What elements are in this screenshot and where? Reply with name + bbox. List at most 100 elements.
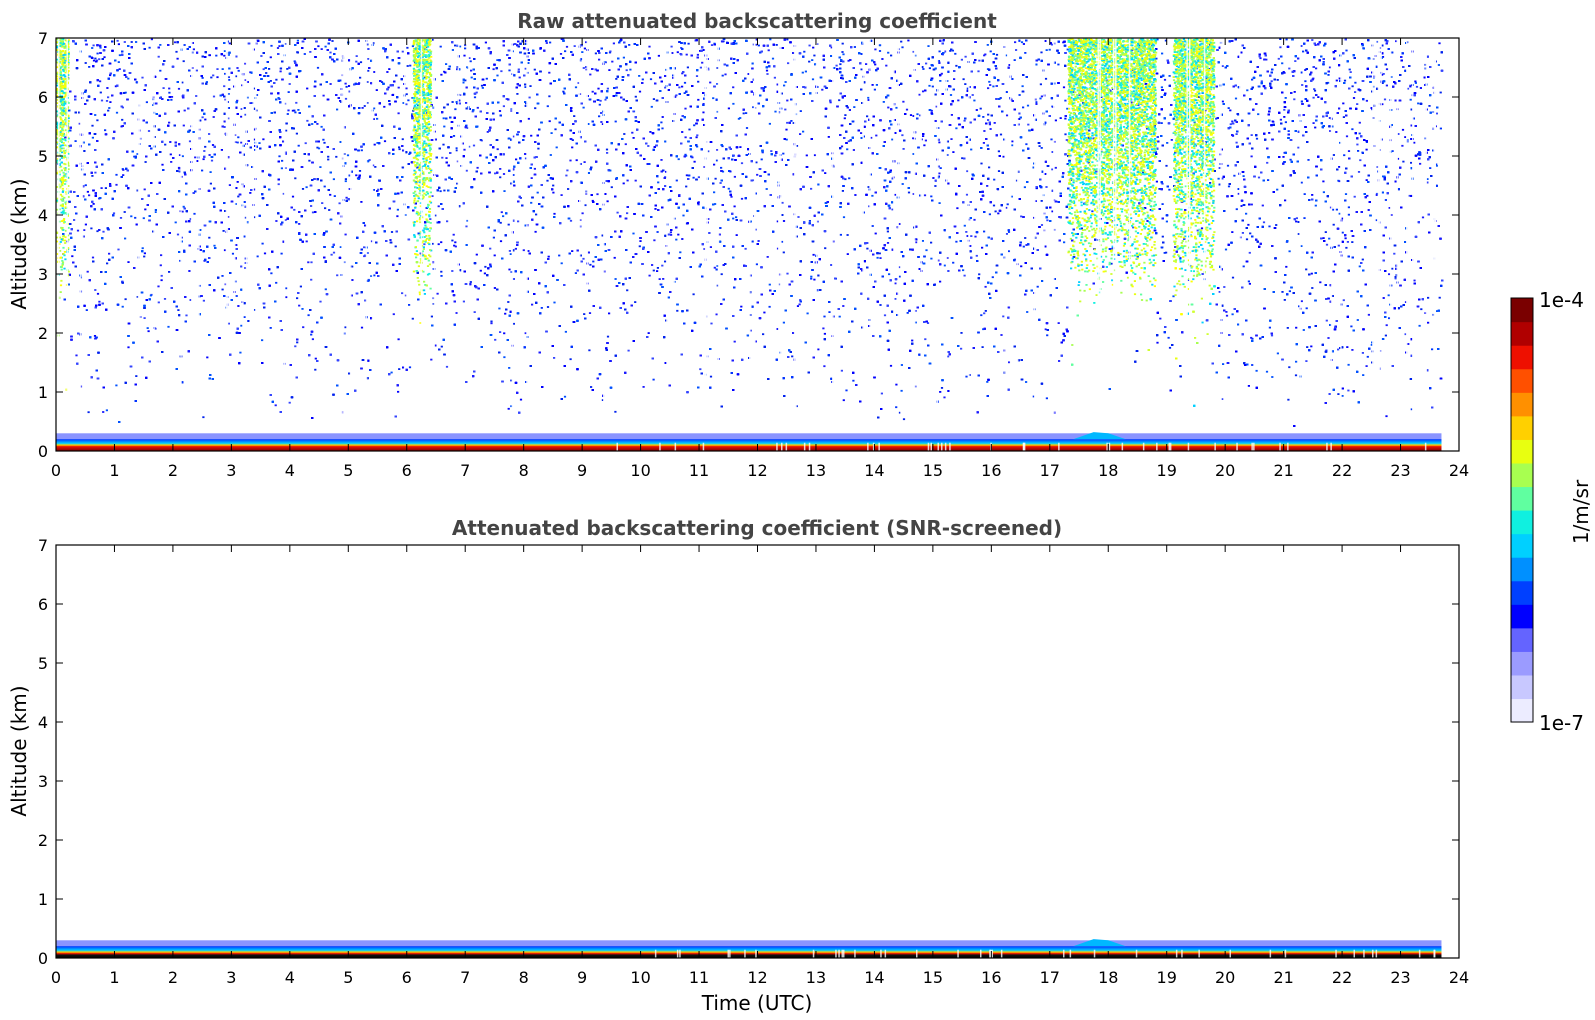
raw-noise-pixel	[237, 136, 239, 138]
raw-noise-pixel	[1172, 295, 1174, 297]
raw-noise-pixel	[451, 270, 453, 272]
raw-noise-pixel	[924, 338, 926, 340]
raw-noise-pixel	[1284, 299, 1286, 301]
raw-noise-pixel	[1040, 83, 1042, 85]
raw-noise-pixel	[1236, 208, 1238, 210]
raw-noise-pixel	[183, 206, 185, 208]
raw-noise-pixel	[822, 328, 824, 330]
raw-noise-pixel	[901, 390, 903, 392]
raw-noise-pixel	[213, 116, 215, 118]
raw-noise-pixel	[1314, 127, 1316, 129]
raw-noise-pixel	[473, 145, 475, 147]
raw-noise-pixel	[317, 45, 319, 47]
raw-noise-pixel	[1071, 344, 1073, 346]
raw-noise-pixel	[1268, 132, 1270, 134]
raw-noise-pixel	[1156, 181, 1158, 183]
raw-noise-pixel	[1386, 85, 1388, 87]
raw-noise-pixel	[607, 88, 609, 90]
raw-noise-pixel	[697, 99, 699, 101]
raw-noise-pixel	[657, 182, 659, 184]
raw-noise-pixel	[308, 160, 310, 162]
raw-noise-pixel	[840, 234, 842, 236]
raw-noise-pixel	[405, 103, 407, 105]
raw-noise-pixel	[1362, 259, 1364, 261]
raw-noise-pixel	[278, 155, 280, 157]
raw-noise-pixel	[1035, 101, 1037, 103]
raw-noise-pixel	[865, 63, 867, 65]
raw-noise-pixel	[932, 86, 934, 88]
raw-noise-pixel	[345, 83, 347, 85]
raw-noise-pixel	[1067, 49, 1069, 51]
raw-noise-pixel	[484, 266, 486, 268]
raw-noise-pixel	[115, 184, 117, 186]
raw-noise-pixel	[980, 314, 982, 316]
raw-noise-pixel	[474, 311, 476, 313]
raw-noise-pixel	[823, 365, 825, 367]
raw-noise-pixel	[438, 243, 440, 245]
raw-noise-pixel	[702, 112, 704, 114]
raw-noise-pixel	[728, 188, 730, 190]
raw-noise-pixel	[292, 110, 294, 112]
raw-noise-pixel	[1259, 56, 1261, 58]
raw-noise-pixel	[990, 51, 992, 53]
raw-noise-pixel	[938, 173, 940, 175]
raw-noise-pixel	[75, 140, 77, 142]
raw-noise-pixel	[1422, 217, 1424, 219]
raw-noise-pixel	[1158, 188, 1160, 190]
raw-noise-pixel	[108, 107, 110, 109]
raw-noise-pixel	[298, 223, 300, 225]
raw-noise-pixel	[345, 180, 347, 182]
raw-noise-pixel	[130, 215, 132, 217]
raw-noise-pixel	[966, 194, 968, 196]
raw-noise-pixel	[345, 178, 347, 180]
raw-noise-pixel	[588, 349, 590, 351]
raw-noise-pixel	[710, 376, 712, 378]
raw-noise-pixel	[310, 279, 312, 281]
raw-noise-pixel	[730, 196, 732, 198]
raw-noise-pixel	[647, 145, 649, 147]
raw-noise-pixel	[195, 95, 197, 97]
raw-noise-pixel	[552, 185, 554, 187]
raw-noise-pixel	[1440, 128, 1442, 130]
raw-noise-pixel	[1046, 49, 1048, 51]
raw-noise-pixel	[345, 234, 347, 236]
raw-noise-pixel	[440, 74, 442, 76]
raw-noise-pixel	[1262, 205, 1264, 207]
raw-noise-pixel	[289, 83, 291, 85]
raw-noise-pixel	[263, 68, 265, 70]
raw-noise-pixel	[746, 127, 748, 129]
raw-noise-pixel	[1228, 107, 1230, 109]
raw-noise-pixel	[786, 39, 788, 41]
raw-noise-pixel	[168, 88, 170, 90]
raw-noise-pixel	[454, 241, 456, 243]
raw-noise-pixel	[285, 296, 287, 298]
raw-noise-pixel	[1323, 237, 1325, 239]
raw-noise-pixel	[609, 51, 611, 53]
raw-noise-pixel	[437, 293, 439, 295]
raw-noise-pixel	[1285, 97, 1287, 99]
raw-noise-pixel	[441, 157, 443, 159]
raw-noise-pixel	[800, 110, 802, 112]
raw-noise-pixel	[1319, 281, 1321, 283]
raw-noise-pixel	[734, 176, 736, 178]
raw-noise-pixel	[407, 99, 409, 101]
raw-noise-pixel	[423, 243, 425, 245]
raw-noise-pixel	[1058, 322, 1060, 324]
raw-noise-pixel	[824, 172, 826, 174]
raw-noise-pixel	[990, 128, 992, 130]
raw-noise-pixel	[501, 211, 503, 213]
raw-noise-pixel	[714, 267, 716, 269]
raw-noise-pixel	[376, 89, 378, 91]
raw-noise-pixel	[553, 213, 555, 215]
raw-noise-pixel	[1352, 85, 1354, 87]
raw-noise-pixel	[839, 63, 841, 65]
raw-noise-pixel	[1226, 315, 1228, 317]
raw-noise-pixel	[321, 126, 323, 128]
raw-noise-pixel	[786, 122, 788, 124]
raw-noise-pixel	[1295, 221, 1297, 223]
raw-noise-pixel	[1385, 415, 1387, 417]
raw-noise-pixel	[849, 109, 851, 111]
raw-noise-pixel	[443, 126, 445, 128]
raw-noise-pixel	[1146, 220, 1148, 222]
raw-noise-pixel	[1064, 133, 1066, 135]
